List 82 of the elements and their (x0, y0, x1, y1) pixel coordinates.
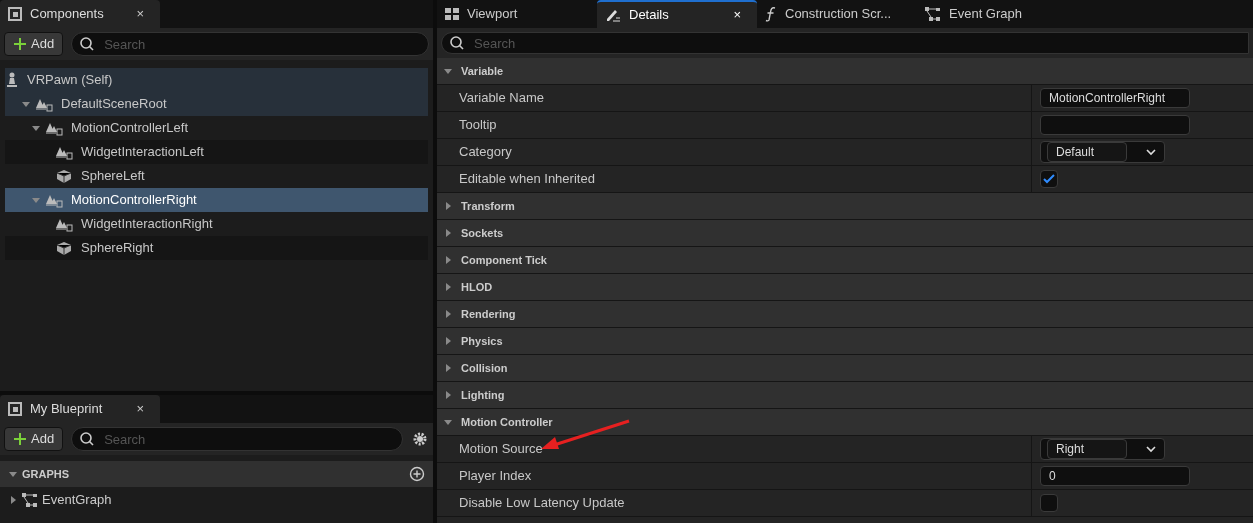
plus-icon (13, 37, 27, 51)
tree-item[interactable]: DefaultSceneRoot (5, 92, 428, 116)
text-field[interactable]: 0 (1040, 466, 1190, 486)
dropdown-value: Right (1047, 439, 1127, 459)
panel-icon (8, 402, 22, 416)
chevron-icon (1146, 148, 1156, 156)
checkbox[interactable] (1040, 494, 1058, 512)
text-field[interactable] (1040, 115, 1190, 135)
close-button[interactable]: × (136, 399, 144, 419)
section-header[interactable]: HLOD (437, 274, 1253, 301)
add-circle-icon[interactable] (409, 466, 425, 482)
collapsed-caret-icon[interactable] (443, 255, 453, 265)
expanded-caret-icon[interactable] (31, 123, 41, 133)
property-label: Editable when Inherited (459, 170, 595, 189)
chevron-icon (1146, 445, 1156, 453)
checkbox[interactable] (1040, 170, 1058, 188)
property-label: Player Index (459, 467, 532, 486)
collapsed-caret-icon[interactable] (443, 363, 453, 373)
search-field[interactable]: Search (71, 427, 403, 451)
pawn-icon (5, 72, 19, 88)
collapsed-caret-icon[interactable] (443, 228, 453, 238)
section-header[interactable]: GRAPHS (0, 461, 433, 487)
checkmark-icon (1043, 174, 1055, 184)
section-header[interactable]: Rendering (437, 301, 1253, 328)
tree-item[interactable]: SphereRight (5, 236, 428, 260)
tree-item[interactable]: MotionControllerRight (5, 188, 428, 212)
dropdown[interactable]: Right (1040, 438, 1165, 460)
add-button[interactable]: Add (4, 32, 64, 56)
search-icon (449, 35, 465, 51)
add-button[interactable]: Add (4, 427, 64, 451)
property-label: Disable Low Latency Update (459, 494, 625, 513)
section-header[interactable]: Variable (437, 58, 1253, 85)
property-label: Variable Name (459, 89, 545, 108)
expanded-caret-icon[interactable] (443, 417, 453, 427)
search-field[interactable]: Search (441, 32, 1249, 54)
graph-icon (925, 7, 941, 21)
property-label: Tooltip (459, 116, 497, 135)
property-label: Motion Source (459, 440, 543, 459)
function-icon (765, 6, 777, 22)
grid-icon (445, 8, 459, 20)
editor-tab[interactable]: Event Graph (917, 0, 1077, 28)
expanded-caret-icon[interactable] (21, 99, 31, 109)
close-button[interactable]: × (733, 5, 741, 25)
panel-tab[interactable]: My Blueprint × (0, 395, 160, 423)
collapsed-caret-icon[interactable] (8, 495, 18, 505)
search-icon (79, 431, 96, 447)
collapsed-caret-icon[interactable] (443, 282, 453, 292)
dropdown[interactable]: Default (1040, 141, 1165, 163)
section-header[interactable]: Sockets (437, 220, 1253, 247)
dropdown-value: Default (1047, 142, 1127, 162)
expanded-caret-icon[interactable] (443, 66, 453, 76)
editor-tab[interactable]: Construction Scr... (757, 0, 917, 28)
search-icon (79, 36, 96, 52)
collapsed-caret-icon[interactable] (443, 336, 453, 346)
expanded-caret-icon[interactable] (31, 195, 41, 205)
section-header[interactable]: Lighting (437, 382, 1253, 409)
cube-icon (55, 168, 73, 184)
property-label: Category (459, 143, 512, 162)
expanded-caret-icon[interactable] (8, 469, 18, 479)
tree-item[interactable]: WidgetInteractionLeft (5, 140, 428, 164)
section-header[interactable]: Collision (437, 355, 1253, 382)
collapsed-caret-icon[interactable] (443, 390, 453, 400)
graph-icon (22, 493, 38, 507)
section-header[interactable]: Transform (437, 193, 1253, 220)
cube-icon (55, 240, 73, 256)
settings-icon[interactable] (411, 430, 429, 448)
panel-icon (8, 7, 22, 21)
plus-icon (13, 432, 27, 446)
panel-tab[interactable]: Components × (0, 0, 160, 28)
text-field[interactable]: MotionControllerRight (1040, 88, 1190, 108)
search-field[interactable]: Search (71, 32, 429, 56)
collapsed-caret-icon[interactable] (443, 201, 453, 211)
section-header[interactable]: Physics (437, 328, 1253, 355)
editor-tab[interactable]: Details × (597, 0, 757, 28)
collapsed-caret-icon[interactable] (443, 309, 453, 319)
tree-item[interactable]: VRPawn (Self) (5, 68, 428, 92)
close-button[interactable]: × (136, 4, 144, 24)
section-header[interactable]: Component Tick (437, 247, 1253, 274)
section-header[interactable]: Motion Controller (437, 409, 1253, 436)
graph-item[interactable]: EventGraph (0, 487, 433, 513)
pencil-icon (605, 8, 621, 22)
editor-tab[interactable]: Viewport (437, 0, 597, 28)
